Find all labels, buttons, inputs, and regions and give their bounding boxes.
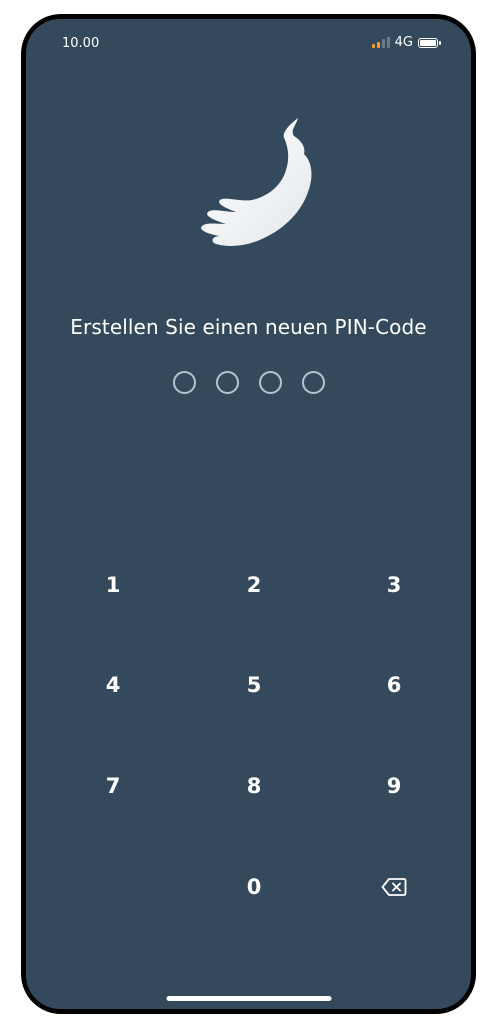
pin-dot xyxy=(172,371,196,394)
key-8[interactable]: 8 xyxy=(214,756,294,816)
key-1[interactable]: 1 xyxy=(73,555,153,615)
key-3[interactable]: 3 xyxy=(354,555,434,615)
key-6[interactable]: 6 xyxy=(354,655,434,715)
key-9[interactable]: 9 xyxy=(354,756,434,816)
home-indicator[interactable] xyxy=(166,996,331,1001)
backspace-icon xyxy=(381,878,407,896)
brush-stroke-logo-icon xyxy=(201,118,312,246)
backspace-button[interactable] xyxy=(354,857,434,917)
status-indicators: 4G xyxy=(371,35,441,50)
pin-indicator xyxy=(26,371,471,394)
signal-bars-icon xyxy=(371,37,390,48)
key-5[interactable]: 5 xyxy=(214,655,294,715)
key-4[interactable]: 4 xyxy=(73,655,153,715)
key-0[interactable]: 0 xyxy=(214,857,294,917)
key-2[interactable]: 2 xyxy=(214,555,294,615)
pin-dot xyxy=(215,371,239,394)
status-time: 10.00 xyxy=(62,36,100,51)
app-screen: 10.00 4G Erstellen Sie einen neuen PIN-C… xyxy=(26,19,471,1009)
pin-dot xyxy=(301,371,325,394)
key-7[interactable]: 7 xyxy=(73,756,153,816)
page-title: Erstellen Sie einen neuen PIN-Code xyxy=(70,315,427,339)
battery-icon xyxy=(418,37,441,48)
network-type: 4G xyxy=(394,35,413,50)
pin-dot xyxy=(258,371,282,394)
